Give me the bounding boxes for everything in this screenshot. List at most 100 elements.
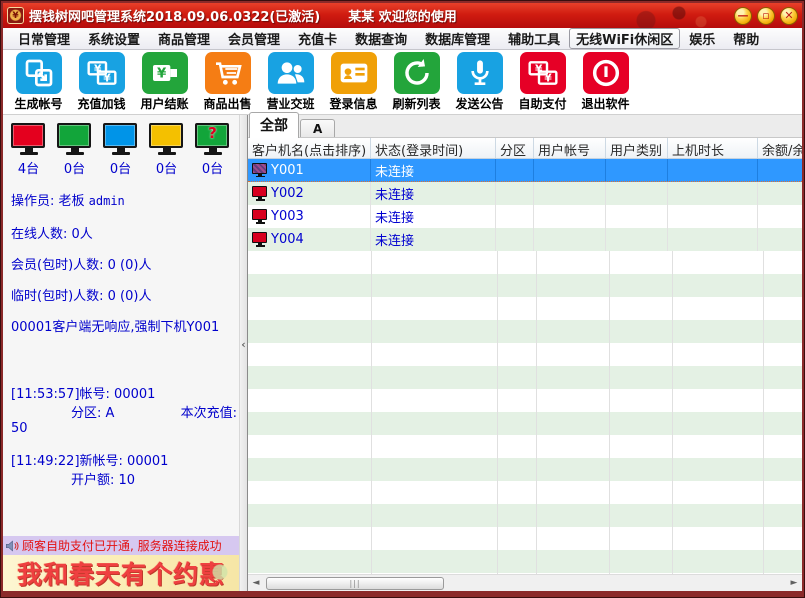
menu-auxiliary-tools[interactable]: 辅助工具 (499, 28, 569, 49)
svg-text:¥: ¥ (157, 67, 167, 82)
col-balance[interactable]: 余额/余时 (758, 138, 802, 158)
event-log: [11:53:57]帐号: 00001 分区: A 本次充值: 50 [11:4… (3, 383, 239, 488)
sell-goods-icon (205, 52, 251, 94)
notification-text: 顾客自助支付已开通, 服务器连接成功 (22, 537, 222, 554)
table-header-row: 客户机名(点击排序) 状态(登录时间) 分区 用户帐号 用户类别 上机时长 余额… (248, 138, 802, 159)
client-monitor-icon (252, 186, 268, 201)
menu-bar: 日常管理 系统设置 商品管理 会员管理 充值卡 数据查询 数据库管理 辅助工具 … (3, 28, 802, 50)
log-line: 分区: A 本次充值: (3, 402, 239, 421)
menu-data-query[interactable]: 数据查询 (346, 28, 416, 49)
monitor-yellow-icon (149, 123, 185, 156)
checkout-button[interactable]: ¥ 用户结账 (133, 52, 196, 112)
window-title: 摆钱树网吧管理系统2018.09.06.0322(已激活) (29, 6, 320, 25)
speaker-icon (5, 539, 20, 553)
menu-recharge-card[interactable]: 充值卡 (289, 28, 346, 49)
sidebar-splitter[interactable]: ‹ (240, 115, 248, 591)
recharge-icon: ¥¥ (79, 52, 125, 94)
minimize-icon[interactable]: — (734, 7, 752, 25)
sell-goods-button[interactable]: 商品出售 (196, 52, 259, 112)
menu-entertainment[interactable]: 娱乐 (680, 28, 724, 49)
table-empty-area (248, 251, 802, 574)
tab-all[interactable]: 全部 (249, 112, 299, 138)
table-row[interactable]: Y001 未连接 (248, 159, 802, 182)
client-grid: 客户机名(点击排序) 状态(登录时间) 分区 用户帐号 用户类别 上机时长 余额… (248, 138, 802, 574)
legend-timed: 0台 (148, 123, 185, 177)
svg-text:¥: ¥ (544, 72, 552, 85)
refresh-list-button[interactable]: 刷新列表 (385, 52, 448, 112)
operator-info: 操作员: 老板 admin (3, 190, 239, 209)
self-pay-button[interactable]: ¥¥ 自助支付 (511, 52, 574, 112)
welcome-message: 某某 欢迎您的使用 (348, 6, 457, 25)
menu-goods-management[interactable]: 商品管理 (149, 28, 219, 49)
zone-tab-bar: 全部 A (248, 115, 802, 138)
scroll-right-icon[interactable]: ► (786, 576, 802, 591)
online-count: 在线人数: 0人 (3, 223, 239, 242)
col-zone[interactable]: 分区 (496, 138, 534, 158)
horizontal-scrollbar[interactable]: ◄ ||| ► (248, 574, 802, 591)
refresh-icon (394, 52, 440, 94)
title-bar: ¥ 摆钱树网吧管理系统2018.09.06.0322(已激活) 某某 欢迎您的使… (3, 3, 802, 28)
legend-temp: 0台 (102, 123, 139, 177)
client-monitor-icon (252, 232, 268, 247)
col-account[interactable]: 用户帐号 (534, 138, 606, 158)
col-status[interactable]: 状态(登录时间) (371, 138, 496, 158)
menu-database-management[interactable]: 数据库管理 (416, 28, 499, 49)
login-info-button[interactable]: 登录信息 (322, 52, 385, 112)
send-announcement-button[interactable]: 发送公告 (448, 52, 511, 112)
menu-system-settings[interactable]: 系统设置 (79, 28, 149, 49)
machine-state-legend: 4台 0台 0台 0台 ? 0台 (3, 115, 239, 177)
login-info-icon (331, 52, 377, 94)
scrollbar-track[interactable]: ||| (264, 576, 786, 591)
close-icon[interactable]: ✕ (780, 7, 798, 25)
client-monitor-icon (252, 163, 268, 178)
operator-account: admin (89, 194, 125, 208)
status-sidebar: 4台 0台 0台 0台 ? 0台 (3, 115, 240, 591)
member-count: 会员(包时)人数: 0 (0)人 (3, 254, 239, 273)
table-row[interactable]: Y004 未连接 (248, 228, 802, 251)
announcement-icon (457, 52, 503, 94)
exit-software-button[interactable]: 退出软件 (574, 52, 637, 112)
scrollbar-thumb[interactable]: ||| (266, 577, 444, 590)
log-line: [11:53:57]帐号: 00001 (3, 383, 239, 402)
table-row[interactable]: Y003 未连接 (248, 205, 802, 228)
legend-offline: 4台 (10, 123, 47, 177)
toolbar: 生成帐号 ¥¥ 充值加钱 ¥ 用户结账 商品出售 营业交班 (3, 50, 802, 115)
client-table-panel: 全部 A 客户机名(点击排序) 状态(登录时间) 分区 用户帐号 用户类别 上机… (248, 115, 802, 591)
temp-count: 临时(包时)人数: 0 (0)人 (3, 285, 239, 304)
monitor-blue-icon (103, 123, 139, 156)
menu-help[interactable]: 帮助 (724, 28, 768, 49)
tab-zone-a[interactable]: A (300, 119, 335, 137)
svg-text:¥: ¥ (103, 72, 111, 85)
menu-daily-management[interactable]: 日常管理 (9, 28, 79, 49)
generate-account-button[interactable]: 生成帐号 (7, 52, 70, 112)
monitor-red-icon (11, 123, 47, 156)
scroll-left-icon[interactable]: ◄ (248, 576, 264, 591)
checkout-icon: ¥ (142, 52, 188, 94)
self-pay-icon: ¥¥ (520, 52, 566, 94)
shift-change-button[interactable]: 营业交班 (259, 52, 322, 112)
log-line: 50 (3, 421, 239, 436)
ad-banner[interactable]: 我和春天有个约惠 (3, 555, 239, 591)
log-line: [11:49:22]新帐号: 00001 (3, 450, 239, 469)
ad-banner-text: 我和春天有个约惠 (17, 555, 225, 591)
app-window: ¥ 摆钱树网吧管理系统2018.09.06.0322(已激活) 某某 欢迎您的使… (0, 0, 805, 598)
app-logo-icon: ¥ (7, 7, 24, 24)
exit-icon (583, 52, 629, 94)
col-machine-name[interactable]: 客户机名(点击排序) (248, 138, 371, 158)
col-duration[interactable]: 上机时长 (668, 138, 758, 158)
menu-member-management[interactable]: 会员管理 (219, 28, 289, 49)
maximize-icon[interactable]: ▫ (757, 7, 775, 25)
monitor-question-icon: ? (195, 123, 231, 156)
col-user-type[interactable]: 用户类别 (606, 138, 668, 158)
notification-bar: 顾客自助支付已开通, 服务器连接成功 (3, 536, 239, 555)
recharge-button[interactable]: ¥¥ 充值加钱 (70, 52, 133, 112)
collapse-sidebar-icon[interactable]: ‹ (241, 338, 245, 351)
legend-unknown: ? 0台 (194, 123, 231, 177)
client-monitor-icon (252, 209, 268, 224)
menu-wifi-lounge[interactable]: 无线WiFi休闲区 (569, 28, 680, 49)
table-row[interactable]: Y002 未连接 (248, 182, 802, 205)
shift-change-icon (268, 52, 314, 94)
legend-member: 0台 (56, 123, 93, 177)
generate-account-icon (16, 52, 62, 94)
log-line: 开户额: 10 (3, 469, 239, 488)
